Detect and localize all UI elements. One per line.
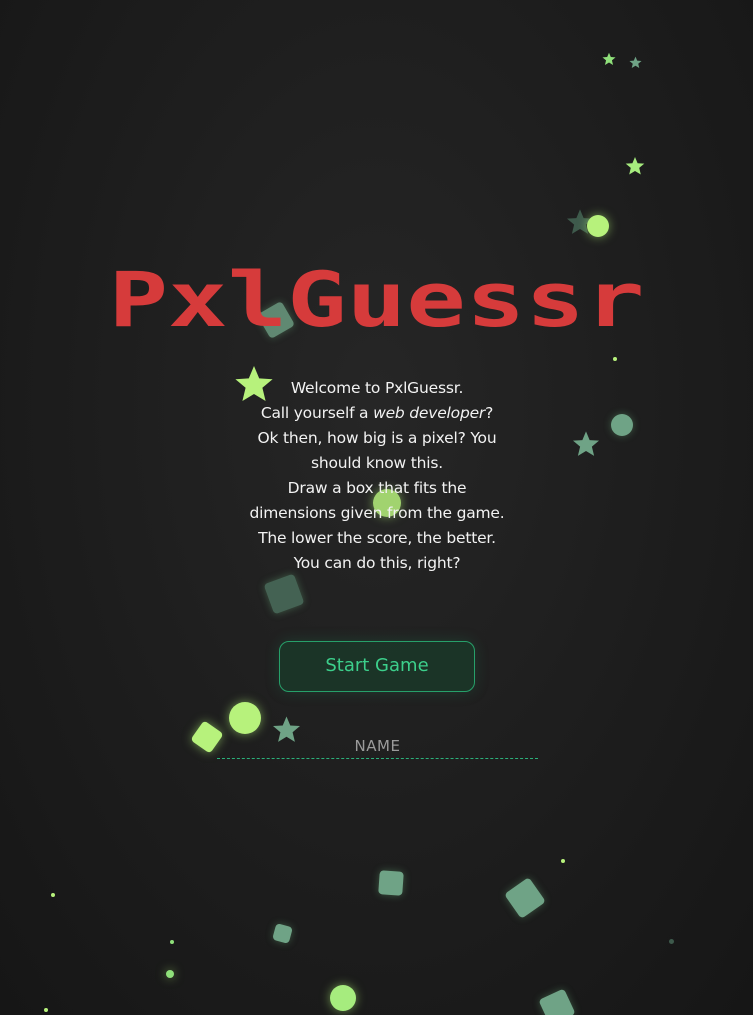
square-particle [272,923,293,944]
intro-text-segment: ? [485,404,494,422]
circle-particle [587,215,609,237]
logo-text: PxlGuessr [109,268,645,334]
star-particle-icon [572,431,600,456]
intro-line: Draw a box that fits the dimensions give… [249,479,505,547]
circle-particle [51,893,55,897]
intro-emphasis: web developer [373,404,486,422]
game-start-screen: PxlGuessr Welcome to PxlGuessr. Call you… [0,0,753,1015]
circle-particle [44,1008,48,1012]
square-particle [504,877,546,919]
star-particle-icon [629,56,642,69]
circle-particle [669,939,674,944]
star-particle-icon [602,52,616,65]
circle-particle [330,985,356,1011]
intro-text: Welcome to PxlGuessr. Call yourself a we… [246,376,508,576]
square-particle [378,870,404,896]
circle-particle [611,414,633,436]
start-game-button[interactable]: Start Game [279,641,475,692]
circle-particle [229,702,261,734]
square-particle [263,573,305,615]
intro-line: Ok then, how big is a pixel? You should … [257,429,497,472]
circle-particle [166,970,174,978]
intro-line: Call yourself a web developer? [246,401,508,426]
square-particle [538,988,576,1015]
intro-line: You can do this, right? [293,554,461,572]
circle-particle [170,940,174,944]
circle-particle [561,859,565,863]
intro-line: Welcome to PxlGuessr. [290,379,464,397]
game-logo: PxlGuessr [109,268,645,334]
circle-particle [613,357,617,361]
star-particle-icon [625,157,645,175]
intro-text-segment: Call yourself a [260,404,374,422]
name-input[interactable] [217,733,538,759]
